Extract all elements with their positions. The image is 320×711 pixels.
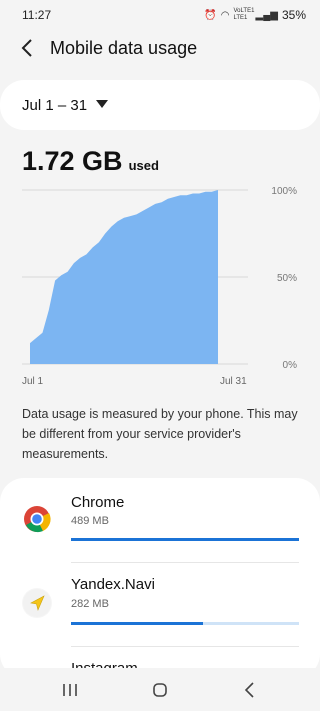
usage-chart: 100% 50% 0% Jul 1 Jul 31 (22, 186, 297, 387)
recent-apps-icon[interactable] (55, 678, 85, 702)
signal-label: VoLTE1 LTE1 (233, 8, 255, 21)
wifi-icon: ◠ (220, 9, 230, 21)
back-icon[interactable] (235, 678, 265, 702)
alarm-icon: ⏰ (204, 9, 217, 21)
date-range-label: Jul 1 – 31 (22, 97, 88, 114)
app-name: Yandex.Navi (71, 576, 155, 593)
measurement-note: Data usage is measured by your phone. Th… (22, 407, 298, 461)
app-bar: Mobile data usage (0, 30, 320, 70)
navigation-arrow-icon (22, 588, 52, 618)
status-bar: 11:27 ⏰ ◠ VoLTE1 LTE1 ▂▄▆ 35% (0, 0, 320, 30)
usage-total-value: 1.72 GB (22, 146, 123, 176)
apps-list: Chrome 489 MB Yandex.Navi 282 MB Instagr… (0, 478, 320, 678)
status-time: 11:27 (22, 8, 52, 22)
app-usage-bar-fill (71, 622, 203, 625)
usage-total: 1.72 GB used (22, 146, 159, 177)
date-range-selector[interactable]: Jul 1 – 31 (0, 80, 320, 130)
status-icons: ⏰ ◠ VoLTE1 LTE1 ▂▄▆ 35% (204, 8, 306, 22)
usage-unit-label: used (128, 158, 159, 173)
signal-icon: ▂▄▆ (255, 9, 278, 21)
app-row-chrome[interactable]: Chrome 489 MB (0, 478, 320, 556)
app-usage-bar-fill (71, 538, 299, 541)
app-size: 282 MB (71, 598, 109, 610)
chart-y-labels: 100% 50% 0% (271, 186, 297, 371)
app-size: 489 MB (71, 515, 109, 527)
y-tick-label: 50% (277, 273, 297, 284)
system-nav-bar (0, 668, 320, 711)
app-usage-bar (71, 538, 299, 541)
y-tick-label: 0% (283, 360, 298, 371)
x-end-label: Jul 31 (220, 376, 247, 387)
app-name: Chrome (71, 494, 125, 511)
y-tick-label: 100% (271, 186, 297, 197)
app-row-yandex-navi[interactable]: Yandex.Navi 282 MB (0, 562, 320, 640)
home-icon[interactable] (145, 678, 175, 702)
page-title: Mobile data usage (50, 38, 198, 58)
app-usage-bar (71, 622, 299, 625)
back-arrow-icon[interactable] (16, 36, 40, 60)
x-start-label: Jul 1 (22, 376, 44, 387)
battery-percent: 35% (281, 8, 306, 22)
dropdown-caret-icon (96, 100, 108, 108)
chrome-icon (22, 504, 52, 534)
